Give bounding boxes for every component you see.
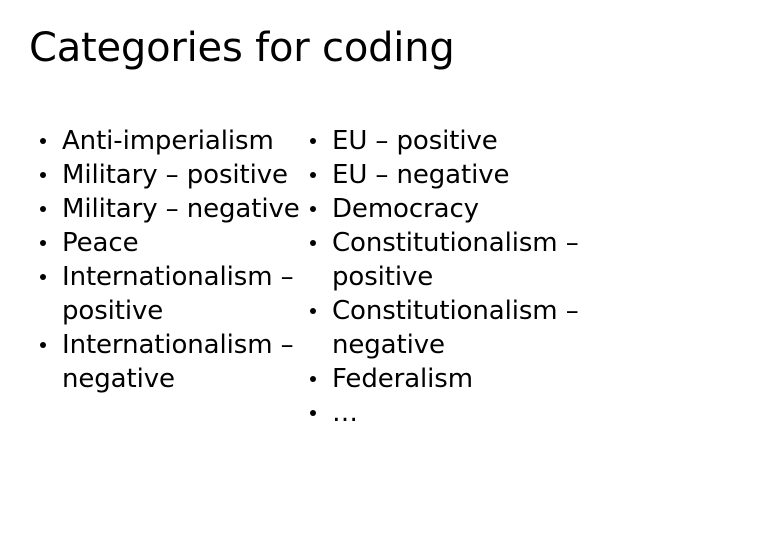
left-column-bullet-list: Anti-imperialism Military – positive Mil…	[36, 124, 300, 396]
list-item-label: Constitutionalism – negative	[332, 296, 579, 360]
list-item-label: …	[332, 398, 358, 428]
bullet-dot-icon	[40, 206, 46, 212]
list-item-label: Constitutionalism – positive	[332, 228, 579, 292]
right-column-bullet-list: EU – positive EU – negative Democracy Co…	[306, 124, 600, 430]
bullet-dot-icon	[310, 410, 316, 416]
list-item-label: Peace	[62, 228, 139, 258]
list-item-label: Federalism	[332, 364, 473, 394]
bullet-dot-icon	[310, 172, 316, 178]
list-item-label: Democracy	[332, 194, 479, 224]
list-item-label: EU – negative	[332, 160, 510, 190]
bullet-dot-icon	[40, 342, 46, 348]
list-item: Federalism	[306, 362, 600, 396]
list-item: EU – negative	[306, 158, 600, 192]
bullet-dot-icon	[310, 240, 316, 246]
list-item-label: EU – positive	[332, 126, 498, 156]
left-column: Anti-imperialism Military – positive Mil…	[0, 124, 300, 396]
list-item: Internationalism – positive	[36, 260, 300, 328]
list-item: Constitutionalism – negative	[306, 294, 600, 362]
bullet-dot-icon	[40, 172, 46, 178]
list-item: Military – positive	[36, 158, 300, 192]
list-item-label: Military – positive	[62, 160, 288, 190]
page-title: Categories for coding	[29, 25, 455, 71]
list-item: Constitutionalism – positive	[306, 226, 600, 294]
bullet-dot-icon	[310, 376, 316, 382]
bullet-dot-icon	[310, 206, 316, 212]
bullet-dot-icon	[310, 138, 316, 144]
list-item: Anti-imperialism	[36, 124, 300, 158]
bullet-dot-icon	[310, 308, 316, 314]
list-item-label: Internationalism – positive	[62, 262, 294, 326]
list-item-label: Internationalism – negative	[62, 330, 294, 394]
list-item: Military – negative	[36, 192, 300, 226]
list-item: Peace	[36, 226, 300, 260]
list-item: EU – positive	[306, 124, 600, 158]
list-item: Democracy	[306, 192, 600, 226]
bullet-dot-icon	[40, 274, 46, 280]
list-item: …	[306, 396, 600, 430]
bullet-dot-icon	[40, 240, 46, 246]
content-columns: Anti-imperialism Military – positive Mil…	[0, 124, 780, 430]
bullet-dot-icon	[40, 138, 46, 144]
list-item-label: Military – negative	[62, 194, 300, 224]
right-column: EU – positive EU – negative Democracy Co…	[300, 124, 600, 430]
list-item: Internationalism – negative	[36, 328, 300, 396]
slide: Categories for coding Anti-imperialism M…	[0, 0, 780, 540]
list-item-label: Anti-imperialism	[62, 126, 274, 156]
